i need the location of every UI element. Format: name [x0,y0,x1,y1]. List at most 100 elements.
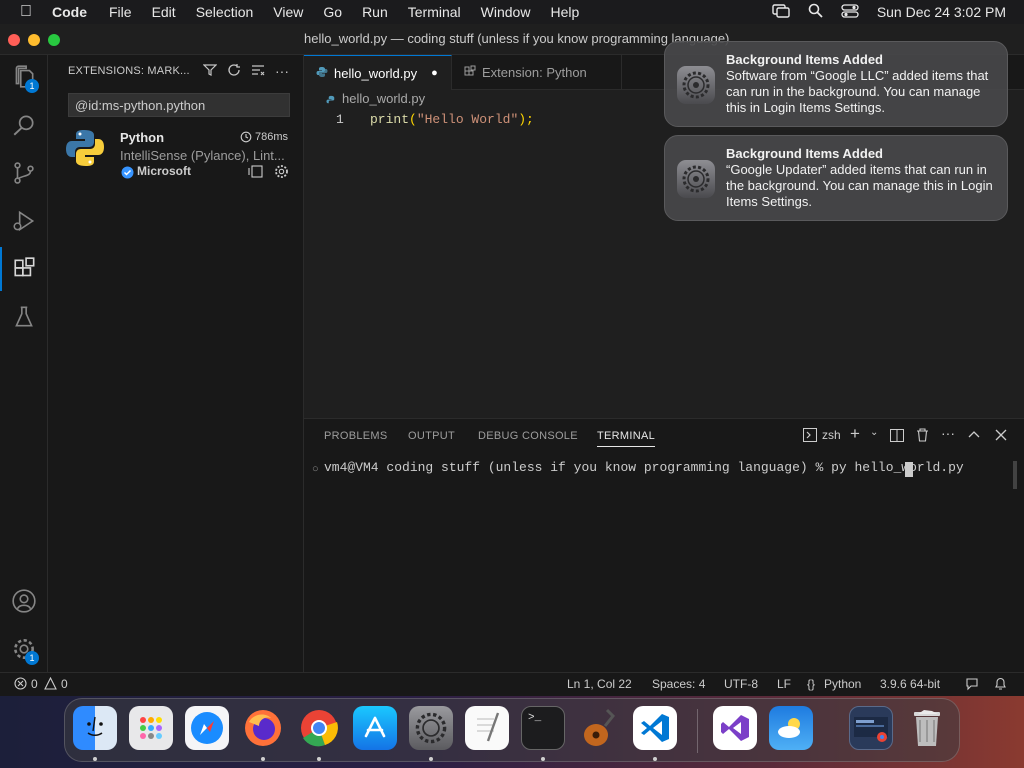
refresh-icon[interactable] [227,63,241,80]
app-store-icon[interactable] [353,706,397,750]
extension-publisher[interactable]: Microsoft [137,164,191,178]
shell-name[interactable]: zsh [822,428,841,442]
code-close: ); [518,112,534,127]
control-center-icon[interactable] [841,3,859,21]
kill-terminal-trash-icon[interactable] [916,428,929,447]
code-string: "Hello World" [416,112,519,127]
terminal-app-icon[interactable]: >_ [521,706,565,750]
feedback-icon[interactable] [965,677,979,694]
menu-selection[interactable]: Selection [196,4,254,20]
close-panel-icon[interactable] [995,428,1007,446]
system-settings-icon[interactable] [409,706,453,750]
code-function: print [370,112,410,127]
tab-debug-console[interactable]: DEBUG CONSOLE [478,430,578,442]
background-items-notification[interactable]: Background Items Added “Google Updater” … [664,135,1008,221]
extension-description: IntelliSense (Pylance), Lint... [120,148,285,163]
more-actions-icon[interactable]: ··· [275,63,289,80]
maximize-panel-chevron-up-icon[interactable] [968,428,980,446]
activity-bar: 1 1 [0,55,48,672]
terminal-shell-icon [803,428,817,447]
tab-problems[interactable]: PROBLEMS [324,430,388,442]
menu-app-name[interactable]: Code [52,4,87,20]
trash-icon[interactable] [905,706,949,750]
python-interpreter[interactable]: 3.9.6 64-bit [880,677,940,691]
running-indicator [317,757,321,761]
split-terminal-icon[interactable] [890,429,904,447]
running-indicator [429,757,433,761]
notification-body: “Google Updater” added items that can ru… [726,162,993,209]
weather-icon[interactable] [769,706,813,750]
extension-settings-gear-icon[interactable] [274,164,289,184]
menu-terminal[interactable]: Terminal [408,4,461,20]
garageband-icon[interactable] [577,706,621,750]
filter-icon[interactable] [202,63,218,80]
close-window-button[interactable] [8,34,20,46]
breadcrumb-python-icon [326,93,337,111]
tab-output[interactable]: OUTPUT [408,430,455,442]
breadcrumb[interactable]: hello_world.py [342,91,425,106]
indentation[interactable]: Spaces: 4 [652,677,705,691]
error-count[interactable]: 0 [31,677,38,691]
finder-icon[interactable] [73,706,117,750]
menu-go[interactable]: Go [323,4,342,20]
terminal-line[interactable]: vm4@VM4 coding stuff (unless if you know… [324,460,964,475]
extension-list-item[interactable]: Python 786ms IntelliSense (Pylance), Lin… [48,127,304,185]
extension-tab-icon [464,65,476,80]
chevron-down-icon[interactable]: ⌄ [870,427,878,438]
chrome-icon[interactable] [297,706,341,750]
screen-mirroring-icon[interactable] [772,3,790,21]
downloads-stack-icon[interactable] [849,706,893,750]
tab-hello-world[interactable]: hello_world.py ● [304,55,452,90]
menu-window[interactable]: Window [481,4,531,20]
cursor-position[interactable]: Ln 1, Col 22 [567,677,632,691]
accounts-icon[interactable] [0,579,48,623]
menu-edit[interactable]: Edit [152,4,176,20]
firefox-icon[interactable] [241,706,285,750]
tab-terminal[interactable]: TERMINAL [597,430,656,447]
terminal-scrollbar[interactable] [1013,461,1017,489]
menu-run[interactable]: Run [362,4,388,20]
tab-extension-python[interactable]: Extension: Python [452,55,622,90]
source-control-icon[interactable] [0,151,48,195]
extension-search-input[interactable] [68,93,290,117]
search-icon[interactable] [0,103,48,147]
launchpad-icon[interactable] [129,706,173,750]
testing-flask-icon[interactable] [0,295,48,339]
spotlight-search-icon[interactable] [808,3,823,21]
zoom-window-button[interactable] [48,34,60,46]
vscode-icon[interactable] [633,706,677,750]
language-braces-icon[interactable]: {} [807,677,815,691]
python-file-icon [316,66,328,81]
unsaved-dot-icon[interactable]: ● [431,67,438,79]
run-and-debug-icon[interactable] [0,199,48,243]
manage-gear-icon[interactable]: 1 [0,627,48,671]
background-items-notification[interactable]: Background Items Added Software from “Go… [664,41,1008,127]
safari-icon[interactable] [185,706,229,750]
code-line[interactable]: print("Hello World"); [370,112,534,127]
errors-icon[interactable] [14,677,27,691]
warning-count[interactable]: 0 [61,677,68,691]
explorer-icon[interactable]: 1 [0,55,48,99]
end-of-line[interactable]: LF [777,677,791,691]
menu-help[interactable]: Help [550,4,579,20]
textedit-icon[interactable] [465,706,509,750]
status-bar: 0 0 Ln 1, Col 22 Spaces: 4 UTF-8 LF {} P… [0,672,1024,696]
split-view-icon[interactable] [248,165,263,183]
new-terminal-plus-icon[interactable]: + [850,424,860,444]
minimize-window-button[interactable] [28,34,40,46]
extensions-icon[interactable] [0,247,48,291]
warnings-icon[interactable] [44,676,57,691]
language-mode[interactable]: Python [824,677,861,691]
menu-clock[interactable]: Sun Dec 24 3:02 PM [877,4,1006,20]
more-actions-icon[interactable]: ··· [941,425,955,441]
menu-view[interactable]: View [273,4,303,20]
notification-title: Background Items Added [726,146,883,161]
visual-studio-icon[interactable] [713,706,757,750]
apple-menu-icon[interactable]:  [0,3,52,21]
clear-results-icon[interactable] [251,63,265,80]
menu-file[interactable]: File [109,4,132,20]
terminal-status-circle-icon: ○ [312,463,319,475]
manage-badge: 1 [25,651,39,665]
notifications-bell-icon[interactable] [994,677,1007,694]
encoding[interactable]: UTF-8 [724,677,758,691]
